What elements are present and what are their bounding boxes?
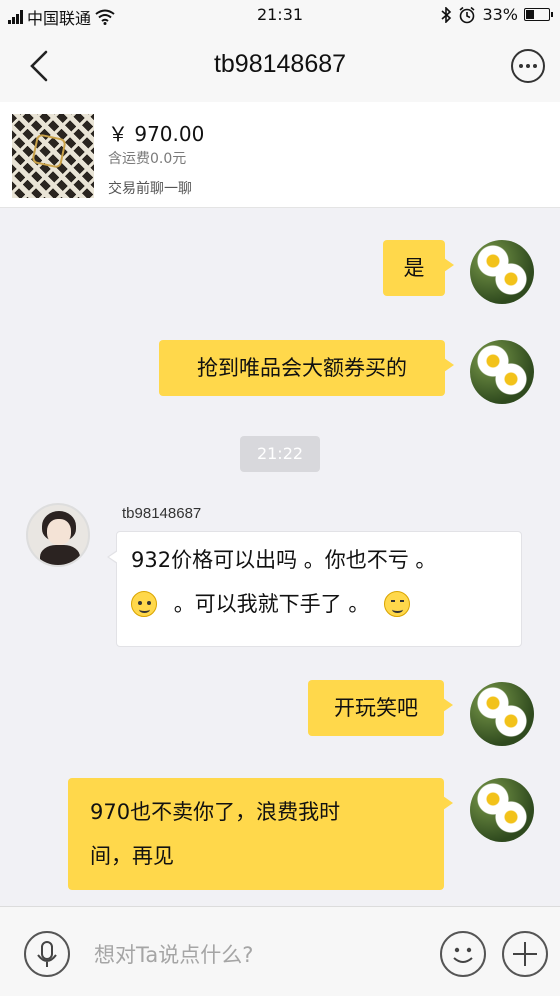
chat-prompt: 交易前聊一聊 xyxy=(108,181,192,197)
add-button[interactable] xyxy=(502,931,548,977)
message-text: 932价格可以出吗 。你也不亏 。 xyxy=(131,548,437,572)
my-avatar[interactable] xyxy=(470,340,534,404)
smiley-icon xyxy=(453,947,473,963)
battery-percent: 33% xyxy=(482,5,518,24)
bluetooth-icon xyxy=(441,6,452,23)
more-icon xyxy=(511,49,545,83)
smile-emoji-icon xyxy=(131,591,157,617)
emoji-button[interactable] xyxy=(440,931,486,977)
my-message-bubble[interactable]: 开玩笑吧 xyxy=(308,680,453,736)
my-avatar[interactable] xyxy=(470,682,534,746)
sender-name: tb98148687 xyxy=(122,505,202,522)
message-line: 。可以我就下手了 。 xyxy=(131,586,507,622)
message-input[interactable]: 想对Ta说点什么? xyxy=(94,939,253,969)
input-bar: 想对Ta说点什么? xyxy=(0,906,560,996)
battery-level xyxy=(526,10,534,19)
message-text: 是 xyxy=(403,256,425,280)
shipping-info: 含运费0.0元 xyxy=(108,151,187,167)
page-title: tb98148687 xyxy=(213,50,347,78)
message-line: 间，再见 xyxy=(90,844,174,868)
message-text: 。可以我就下手了 。 xyxy=(173,592,370,616)
message-text: 开玩笑吧 xyxy=(334,696,418,720)
more-button[interactable] xyxy=(510,48,546,84)
status-bar: 中国联通 21:31 33% xyxy=(0,0,560,30)
battery-icon xyxy=(524,8,553,21)
voice-button[interactable] xyxy=(24,931,70,977)
product-card[interactable]: ￥ 970.00 含运费0.0元 交易前聊一聊 xyxy=(0,102,560,208)
message-line: 970也不卖你了，浪费我时 xyxy=(90,800,341,824)
nav-bar: tb98148687 xyxy=(0,30,560,102)
message-text: 抢到唯品会大额券买的 xyxy=(197,356,407,380)
my-message-bubble[interactable]: 抢到唯品会大额券买的 xyxy=(159,340,454,396)
my-message-bubble[interactable]: 是 xyxy=(383,240,454,296)
seller-avatar[interactable] xyxy=(26,503,90,567)
my-avatar[interactable] xyxy=(470,240,534,304)
their-message-bubble[interactable]: 932价格可以出吗 。你也不亏 。 。可以我就下手了 。 xyxy=(107,531,522,647)
my-avatar[interactable] xyxy=(470,778,534,842)
blush-emoji-icon xyxy=(384,591,411,617)
message-line: 932价格可以出吗 。你也不亏 。 xyxy=(131,542,507,578)
alarm-icon xyxy=(459,6,475,23)
product-price: ￥ 970.00 xyxy=(108,122,205,146)
chat-timestamp: 21:22 xyxy=(240,436,320,472)
plus-icon xyxy=(513,942,537,966)
my-message-bubble[interactable]: 970也不卖你了，浪费我时 间，再见 xyxy=(68,778,453,890)
product-image[interactable] xyxy=(12,114,94,198)
microphone-icon xyxy=(37,941,57,967)
